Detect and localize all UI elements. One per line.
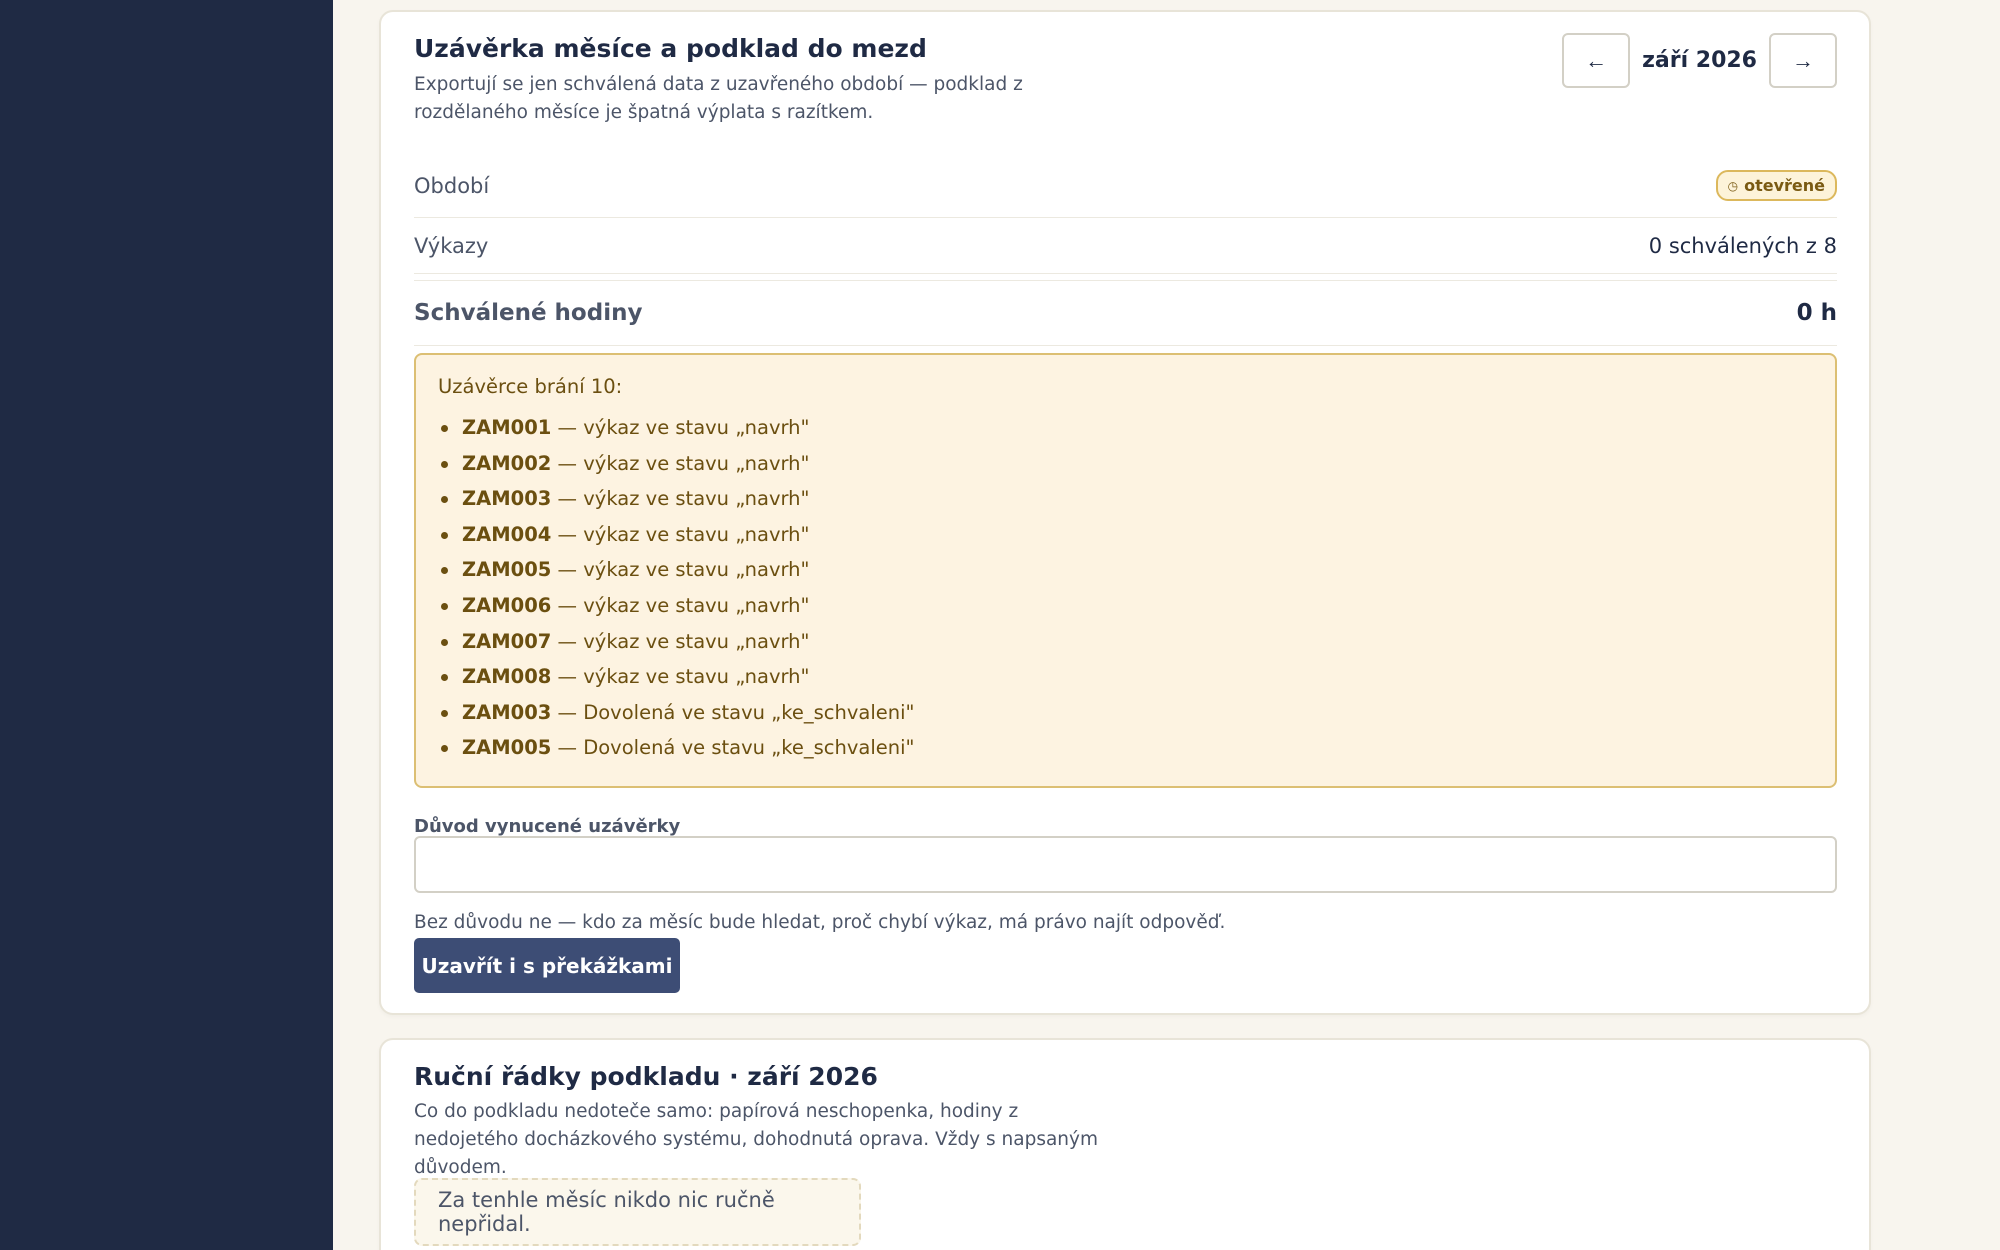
current-month: září 2026 — [1642, 48, 1757, 73]
force-close-button[interactable]: Uzavřít i s překážkami — [414, 938, 680, 993]
reason-field-label: Důvod vynucené uzávěrky — [414, 816, 681, 837]
approved-hours-value: 0 h — [1796, 300, 1837, 326]
blockers-title: Uzávěrce brání 10: — [438, 375, 623, 398]
empty-state: Za tenhle měsíc nikdo nic ručně nepřidal… — [414, 1178, 861, 1246]
sidebar — [0, 0, 333, 1250]
approved-hours-label: Schválené hodiny — [414, 300, 643, 326]
manual-description: Co do podkladu nedoteče samo: papírová n… — [414, 1101, 1099, 1178]
list-item: ZAM004 — výkaz ve stavu „navrh" — [438, 517, 1813, 553]
closing-description: Exportují se jen schválená data z uzavře… — [414, 74, 1023, 123]
blockers-alert: Uzávěrce brání 10: ZAM001 — výkaz ve sta… — [414, 353, 1837, 788]
prev-month-button[interactable]: ← — [1562, 33, 1631, 88]
arrow-right-icon: → — [1792, 47, 1814, 73]
list-item: ZAM007 — výkaz ve stavu „navrh" — [438, 624, 1813, 660]
manual-rows-card: Ruční řádky podkladu · září 2026 Co do p… — [379, 1038, 1871, 1250]
reports-value: 0 schválených z 8 — [1648, 233, 1837, 258]
arrow-left-icon: ← — [1585, 47, 1608, 73]
period-label: Období — [414, 173, 490, 198]
reason-input[interactable] — [414, 836, 1837, 893]
list-item: ZAM008 — výkaz ve stavu „navrh" — [438, 659, 1813, 695]
period-row: Období ◷ otevřené — [414, 154, 1837, 218]
closing-title: Uzávěrka měsíce a podklad do mezd — [414, 34, 927, 63]
clock-icon: ◷ — [1727, 178, 1739, 193]
status-badge-label: otevřené — [1744, 176, 1825, 195]
approved-hours-row: Schválené hodiny 0 h — [414, 280, 1837, 346]
list-item: ZAM006 — výkaz ve stavu „navrh" — [438, 588, 1813, 624]
list-item: ZAM001 — výkaz ve stavu „navrh" — [438, 410, 1813, 446]
reports-label: Výkazy — [414, 233, 489, 258]
month-navigation: ← září 2026 → — [1562, 33, 1837, 88]
list-item: ZAM005 — výkaz ve stavu „navrh" — [438, 552, 1813, 588]
list-item: ZAM002 — výkaz ve stavu „navrh" — [438, 446, 1813, 482]
status-badge: ◷ otevřené — [1715, 170, 1837, 201]
list-item: ZAM003 — Dovolená ve stavu „ke_schvaleni… — [438, 695, 1813, 731]
next-month-button[interactable]: → — [1769, 33, 1837, 88]
blockers-list: ZAM001 — výkaz ve stavu „navrh" ZAM002 —… — [438, 410, 1813, 766]
list-item: ZAM003 — výkaz ve stavu „navrh" — [438, 481, 1813, 517]
closing-card: Uzávěrka měsíce a podklad do mezd Export… — [379, 10, 1871, 1015]
manual-title: Ruční řádky podkladu · září 2026 — [414, 1062, 878, 1091]
reason-hint: Bez důvodu ne — kdo za měsíc bude hledat… — [414, 912, 1226, 933]
reports-row: Výkazy 0 schválených z 8 — [414, 218, 1837, 274]
list-item: ZAM005 — Dovolená ve stavu „ke_schvaleni… — [438, 730, 1813, 766]
